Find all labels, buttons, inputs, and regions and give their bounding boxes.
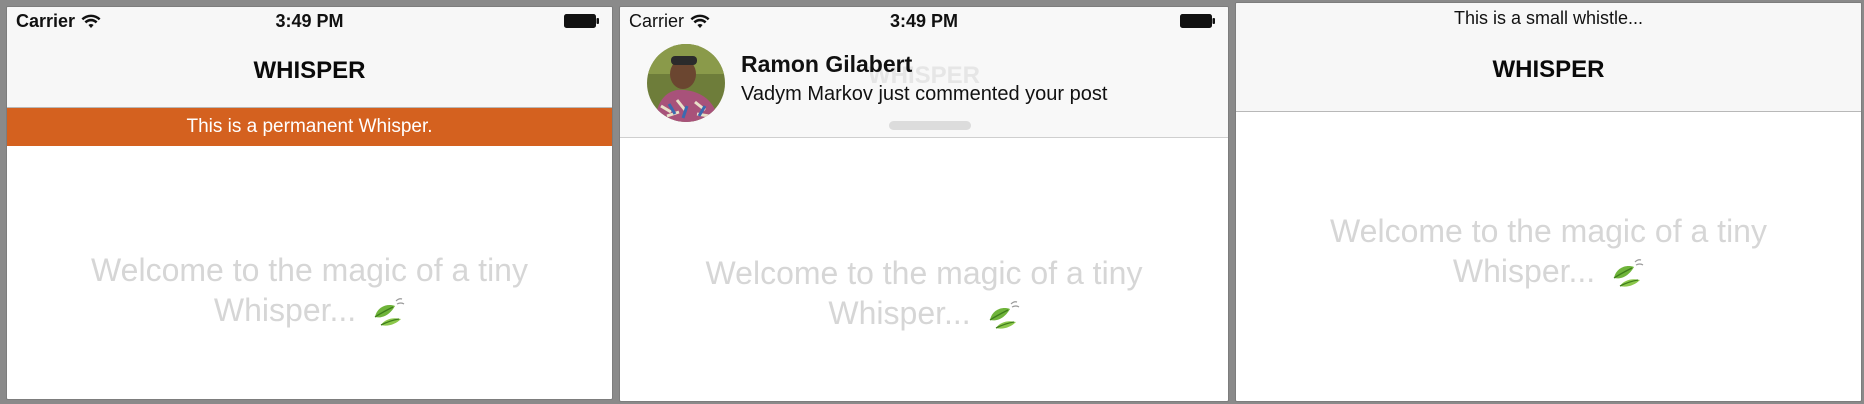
leaf-icon (1613, 259, 1644, 287)
nav-title: WHISPER (253, 57, 366, 84)
status-time: 3:49 PM (275, 11, 344, 31)
status-bar: Carrier 3:49 PM (620, 7, 1228, 35)
navigation-bar: WHISPER (1236, 33, 1861, 112)
screen-permanent-whisper: Carrier 3:49 PM WHISPER This is a perman… (6, 6, 613, 400)
welcome-message: Welcome to the magic of a tiny Whisper..… (1236, 211, 1861, 291)
welcome-line-2: Whisper... (1452, 253, 1596, 289)
notification-message: Vadym Markov just commented your post (741, 83, 1108, 105)
notification-title: Ramon Gilabert (741, 51, 913, 77)
welcome-line-2: Whisper... (213, 292, 357, 328)
welcome-line-2: Whisper... (828, 295, 971, 331)
wifi-icon (690, 14, 710, 28)
permanent-whisper-banner[interactable]: This is a permanent Whisper. (7, 108, 612, 146)
leaf-icon (989, 301, 1019, 329)
status-time: 3:49 PM (889, 11, 959, 31)
welcome-line-1: Welcome to the magic of a tiny (705, 255, 1143, 291)
drag-handle[interactable] (889, 121, 971, 130)
welcome-line-1: Welcome to the magic of a tiny (1330, 213, 1767, 249)
carrier-indicator: Carrier (629, 11, 710, 32)
status-bar: Carrier 3:49 PM (7, 7, 612, 35)
leaf-icon (374, 298, 405, 326)
whistle-bar[interactable]: This is a small whistle... (1236, 3, 1861, 33)
welcome-message: Welcome to the magic of a tiny Whisper..… (7, 250, 612, 330)
carrier-label: Carrier (629, 11, 685, 31)
navigation-bar: Carrier 3:49 PM WHISPER (7, 7, 612, 108)
carrier-label: Carrier (16, 11, 76, 31)
nav-title: WHISPER (1492, 56, 1605, 83)
battery-icon (564, 14, 599, 28)
welcome-line-1: Welcome to the magic of a tiny (91, 252, 528, 288)
wifi-icon (81, 14, 101, 28)
carrier-indicator: Carrier (16, 11, 101, 32)
notification-banner[interactable]: WHISPER Carrier 3:49 PM Ramon Gilabert V… (620, 7, 1228, 138)
screen-notification-whisper: WHISPER Carrier 3:49 PM Ramon Gilabert V… (619, 6, 1229, 402)
screen-whistle: This is a small whistle... WHISPER Welco… (1235, 2, 1862, 402)
battery-icon (1180, 14, 1215, 28)
welcome-message: Welcome to the magic of a tiny Whisper..… (620, 253, 1228, 333)
avatar (647, 44, 725, 122)
